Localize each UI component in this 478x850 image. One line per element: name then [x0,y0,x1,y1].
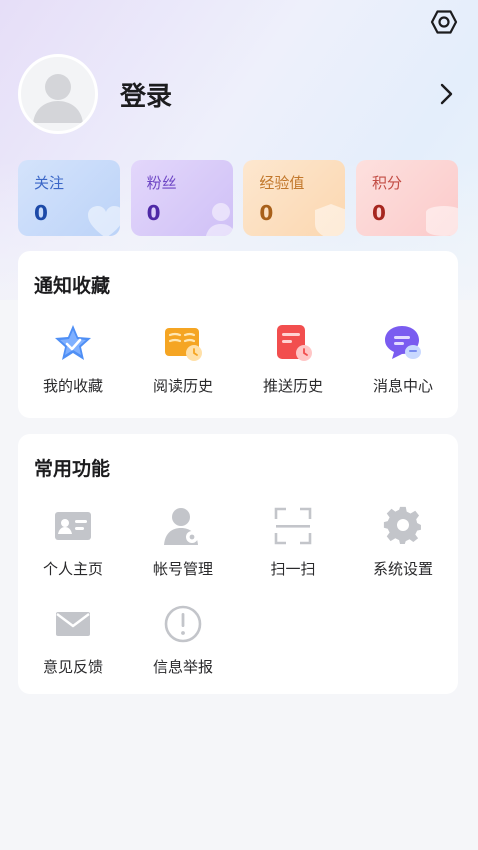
mail-icon [51,602,95,646]
gear-icon [381,504,425,548]
star-icon [51,321,95,365]
item-label: 帐号管理 [152,560,213,578]
item-label: 意见反馈 [42,658,103,676]
default-avatar-icon[interactable] [18,54,98,134]
stat-label: 粉丝 [146,174,177,192]
stat-fans[interactable]: 粉丝 0 [130,160,233,236]
section-title: 常用功能 [34,458,111,480]
stats-row: 关注 0 粉丝 0 经验值 0 积分 0 [18,160,458,236]
heart-decor-icon [88,206,120,236]
message-center-item[interactable]: 消息中心 [348,321,458,396]
stat-label: 经验值 [259,174,305,192]
book-history-icon [161,321,205,365]
item-label: 系统设置 [372,560,433,578]
id-card-icon [51,504,95,548]
message-icon [381,321,425,365]
chevron-right-icon[interactable] [436,80,458,108]
stat-label: 积分 [371,174,402,192]
stat-label: 关注 [34,174,65,192]
coins-decor-icon [425,206,458,236]
item-label: 信息举报 [152,658,213,676]
stat-points[interactable]: 积分 0 [355,160,458,236]
badge-decor-icon [315,204,346,236]
report-icon [161,602,205,646]
profile-login-row[interactable]: 登录 [18,54,458,134]
scan-item[interactable]: 扫一扫 [238,504,348,579]
account-manage-icon [161,504,205,548]
item-label: 消息中心 [372,377,433,395]
item-label: 推送历史 [262,377,323,395]
login-label[interactable]: 登录 [120,76,172,113]
system-settings-item[interactable]: 系统设置 [348,504,458,579]
person-decor-icon [205,203,233,236]
personal-homepage-item[interactable]: 个人主页 [18,504,128,579]
my-favorites-item[interactable]: 我的收藏 [18,321,128,396]
item-label: 扫一扫 [270,560,316,578]
stat-experience[interactable]: 经验值 0 [243,160,346,236]
settings-hexagon-icon[interactable] [428,6,460,38]
read-history-item[interactable]: 阅读历史 [128,321,238,396]
section-title: 通知收藏 [34,275,111,297]
item-label: 我的收藏 [42,377,103,395]
stat-following[interactable]: 关注 0 [18,160,120,236]
push-history-icon [271,321,315,365]
notify-collect-card: 通知收藏 我的收藏 阅读历史 推送历史 消息中心 [18,251,458,418]
item-label: 个人主页 [42,560,103,578]
push-history-item[interactable]: 推送历史 [238,321,348,396]
report-item[interactable]: 信息举报 [128,602,238,677]
account-manage-item[interactable]: 帐号管理 [128,504,238,579]
scan-icon [271,504,315,548]
feedback-item[interactable]: 意见反馈 [18,602,128,677]
item-label: 阅读历史 [152,377,213,395]
common-functions-card: 常用功能 个人主页 帐号管理 扫一扫 系统设置 意见反馈 信息举报 [18,434,458,694]
